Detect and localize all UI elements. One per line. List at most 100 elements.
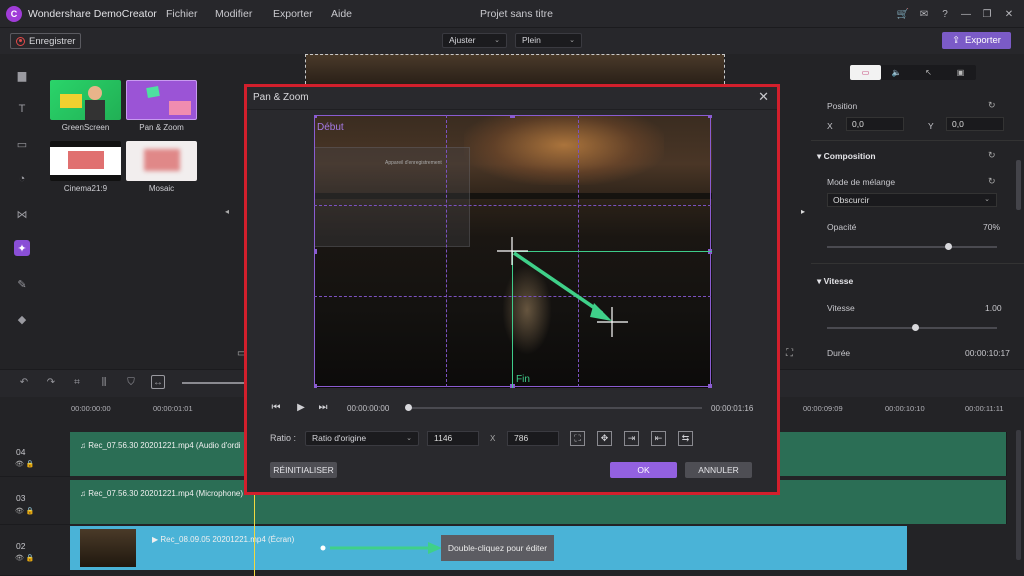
ruler-tick: 00:00:10:10: [885, 404, 925, 413]
play-icon[interactable]: ▶: [295, 401, 307, 413]
pan-arrow-line: [513, 251, 603, 315]
fullscreen-icon[interactable]: ⛶: [786, 348, 793, 359]
timeline-zoom-slider[interactable]: [182, 382, 244, 384]
menu-modifier[interactable]: Modifier: [215, 8, 252, 20]
record-button[interactable]: Enregistrer: [10, 33, 81, 49]
effect-label: Mosaic: [148, 184, 175, 193]
fit-select[interactable]: Ajuster ⌄: [442, 33, 507, 48]
fit-select-value: Ajuster: [449, 35, 476, 45]
speed-section[interactable]: ▾ Vitesse: [817, 276, 853, 287]
width-input[interactable]: 1146: [427, 431, 479, 446]
track-visibility-lock-icons[interactable]: 👁 🔒: [15, 554, 35, 562]
swap-frames-icon[interactable]: ⇆: [678, 431, 693, 446]
collapse-left-icon[interactable]: ◂: [225, 207, 229, 216]
cursor-tab-icon[interactable]: ↖: [913, 65, 944, 80]
ruler-tick: 00:00:00:00: [71, 404, 111, 413]
composition-section[interactable]: ▾ Composition: [817, 151, 876, 162]
video-tab-icon[interactable]: ▭: [850, 65, 881, 80]
x-label: X: [827, 121, 833, 131]
seek-bar[interactable]: [409, 407, 702, 409]
dialog-divider: [247, 109, 777, 110]
duration-value: 00:00:10:17: [965, 348, 1010, 358]
reset-icon[interactable]: ↻: [988, 150, 996, 161]
chevron-down-icon: ⌄: [406, 435, 412, 442]
seek-handle[interactable]: [405, 404, 412, 411]
annotation-icon[interactable]: ▭: [14, 136, 30, 152]
sticker-icon[interactable]: ◔: [14, 171, 30, 187]
height-input[interactable]: 786: [507, 431, 559, 446]
help-icon[interactable]: ?: [938, 7, 952, 21]
speed-slider-handle[interactable]: [912, 324, 919, 331]
media-folder-icon[interactable]: ▆: [14, 67, 30, 83]
menu-fichier[interactable]: Fichier: [166, 8, 198, 20]
close-window-icon[interactable]: ✕: [1002, 7, 1016, 21]
pan-zoom-canvas[interactable]: Appareil d'enregistrement Début Fin: [314, 115, 712, 388]
skip-back-icon[interactable]: ⏮: [270, 401, 282, 413]
export-button[interactable]: ⇪ Exporter: [942, 32, 1011, 49]
restore-icon[interactable]: ❐: [980, 7, 994, 21]
track-header: 03 👁 🔒: [0, 477, 70, 525]
minimize-icon[interactable]: —: [959, 7, 973, 21]
reset-icon[interactable]: ↻: [988, 176, 996, 187]
track-visibility-lock-icons[interactable]: 👁 🔒: [15, 507, 35, 515]
ratio-value: Ratio d'origine: [312, 433, 367, 443]
effect-thumb-greenscreen[interactable]: [50, 80, 121, 120]
greenscreen-thumb-art: [88, 86, 102, 100]
cancel-button[interactable]: ANNULER: [685, 462, 752, 478]
panzoom-thumb-art: [169, 101, 191, 115]
property-tabs: ▭ 🔈 ↖ ▣: [850, 65, 976, 80]
crop-icon[interactable]: ⌗: [70, 375, 84, 389]
track-visibility-lock-icons[interactable]: 👁 🔒: [15, 460, 35, 468]
mail-icon[interactable]: ✉: [917, 7, 931, 21]
opacity-slider-handle[interactable]: [945, 243, 952, 250]
effect-thumb-cinema[interactable]: [50, 141, 121, 181]
align-right-icon[interactable]: ⇥: [624, 431, 639, 446]
ruler-tick: 00:00:11:11: [965, 404, 1004, 413]
align-left-icon[interactable]: ⇤: [651, 431, 666, 446]
pin-icon[interactable]: ✎: [14, 276, 30, 292]
effects-wand-icon[interactable]: ✦: [14, 240, 30, 256]
clip-thumbnail: [80, 529, 136, 567]
position-label: Position: [827, 101, 858, 111]
fit-frame-icon[interactable]: ⛶: [570, 431, 585, 446]
caption-tab-icon[interactable]: ▣: [945, 65, 976, 80]
effect-thumb-panzoom[interactable]: [126, 80, 197, 120]
speed-value: 1.00: [985, 303, 1002, 313]
properties-scrollbar[interactable]: [1016, 160, 1021, 210]
chevron-down-icon: ⌄: [569, 37, 575, 44]
greenscreen-thumb-art: [60, 94, 82, 108]
undo-icon[interactable]: ↶: [17, 375, 31, 389]
cart-icon[interactable]: 🛒: [896, 7, 910, 21]
audio-tab-icon[interactable]: 🔈: [881, 65, 912, 80]
pan-arrow-head: [590, 303, 612, 321]
redo-icon[interactable]: ↷: [44, 375, 58, 389]
track-number: 03: [16, 493, 26, 503]
text-icon[interactable]: T: [14, 101, 30, 117]
ok-button[interactable]: OK: [610, 462, 677, 478]
menu-exporter[interactable]: Exporter: [273, 8, 313, 20]
ruler-tick: 00:00:09:09: [803, 404, 843, 413]
close-icon[interactable]: ✕: [758, 89, 769, 105]
transition-icon[interactable]: ⋈: [14, 206, 30, 222]
reset-icon[interactable]: ↻: [988, 100, 996, 111]
effect-thumb-mosaic[interactable]: [126, 141, 197, 181]
center-frame-icon[interactable]: ✥: [597, 431, 612, 446]
effect-label: GreenScreen: [61, 123, 110, 132]
marker-icon[interactable]: ⛉: [124, 375, 138, 389]
position-x-input[interactable]: 0,0: [846, 117, 904, 131]
fill-select[interactable]: Plein ⌄: [515, 33, 582, 48]
mosaic-thumb-art: [144, 149, 180, 171]
zoom-fit-icon[interactable]: ↔: [151, 375, 165, 389]
drag-hint-arrow: [320, 542, 442, 554]
position-y-input[interactable]: 0,0: [946, 117, 1004, 131]
blend-mode-select[interactable]: Obscurcir ⌄: [827, 193, 997, 207]
reset-button[interactable]: RÉINITIALISER: [270, 462, 337, 478]
collapse-right-icon[interactable]: ▸: [801, 207, 805, 216]
ratio-select[interactable]: Ratio d'origine ⌄: [305, 431, 419, 446]
timeline-scrollbar[interactable]: [1016, 430, 1021, 560]
split-icon[interactable]: ⫼: [97, 375, 111, 389]
eraser-icon[interactable]: ◆: [14, 311, 30, 327]
menu-aide[interactable]: Aide: [331, 8, 352, 20]
opacity-slider[interactable]: [827, 246, 997, 248]
skip-forward-icon[interactable]: ⏭: [317, 401, 329, 413]
